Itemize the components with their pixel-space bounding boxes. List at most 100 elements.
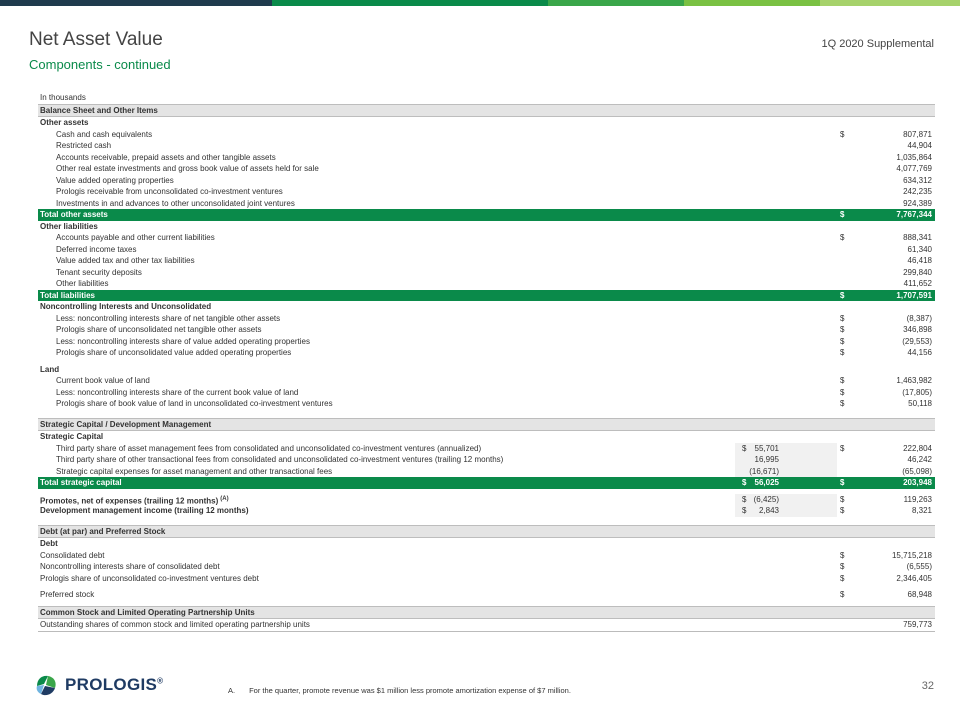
table-row: Current book value of land $1,463,982 (38, 375, 935, 387)
row-value: (29,553) (902, 336, 932, 346)
total-value: 7,767,344 (896, 210, 932, 219)
row-label: Cash and cash equivalents (56, 129, 153, 139)
row-value: 119,263 (903, 494, 932, 504)
page-number: 32 (921, 680, 934, 692)
promotes-label: Promotes, net of expenses (trailing 12 m… (40, 496, 219, 506)
row-label: Value added tax and other tax liabilitie… (56, 256, 195, 265)
row-label: Outstanding shares of common stock and l… (40, 620, 310, 629)
row-value: 61,340 (907, 244, 932, 254)
total-label: Total liabilities (40, 290, 95, 300)
footnote-letter: A. (228, 686, 236, 695)
table-row: Prologis share of unconsolidated value a… (38, 347, 935, 359)
row-label: Less: noncontrolling interests share of … (56, 336, 310, 346)
row-value: (6,555) (906, 562, 932, 571)
group-label: Land (40, 364, 60, 374)
group-header: Other assets (38, 117, 935, 129)
group-header: Land (38, 364, 935, 376)
section-header: Common Stock and Limited Operating Partn… (38, 605, 935, 619)
table-row: Deferred income taxes 61,340 (38, 244, 935, 256)
row-value-quarter: (16,671) (749, 466, 779, 476)
table-row: Prologis receivable from unconsolidated … (38, 186, 935, 198)
row-label: Other real estate investments and gross … (56, 164, 319, 173)
group-header: Debt (38, 538, 935, 550)
table-row: Strategic capital expenses for asset man… (38, 465, 935, 477)
table-row: Less: noncontrolling interests share of … (38, 313, 935, 325)
total-value-quarter: 56,025 (754, 478, 779, 487)
table-row: Cash and cash equivalents $807,871 (38, 129, 935, 141)
row-value: 44,904 (907, 141, 932, 150)
top-bar-segment (684, 0, 820, 6)
top-color-bar (0, 0, 960, 6)
row-label: Value added operating properties (56, 175, 174, 185)
group-header: Noncontrolling Interests and Unconsolida… (38, 301, 935, 313)
total-row: Total other assets $7,767,344 (38, 209, 935, 221)
table-row: Other real estate investments and gross … (38, 163, 935, 175)
units-row: In thousands (38, 92, 935, 104)
top-bar-segment (272, 0, 548, 6)
row-value: 15,715,218 (891, 550, 932, 560)
footnote-ref: (A) (220, 495, 229, 502)
table-row: Outstanding shares of common stock and l… (38, 619, 935, 632)
row-label: Current book value of land (56, 376, 150, 385)
row-value: 44,156 (907, 348, 932, 357)
table-row: Third party share of asset management fe… (38, 442, 935, 454)
row-label: Consolidated debt (40, 550, 105, 560)
table-row: Tenant security deposits 299,840 (38, 267, 935, 279)
row-value: 346,898 (903, 325, 932, 334)
row-label: Prologis share of unconsolidated net tan… (56, 325, 262, 334)
row-value: 68,948 (907, 590, 932, 599)
group-label: Debt (40, 539, 58, 548)
row-label: Restricted cash (56, 141, 112, 150)
row-label: Strategic capital expenses for asset man… (56, 466, 333, 476)
table-row: Promotes, net of expenses (trailing 12 m… (38, 493, 935, 506)
table-row: Third party share of other transactional… (38, 454, 935, 466)
section-title: Balance Sheet and Other Items (40, 105, 158, 115)
row-value: 634,312 (903, 175, 932, 185)
section-title: Debt (at par) and Preferred Stock (40, 526, 166, 536)
row-value-quarter: (6,425) (753, 494, 779, 504)
group-header: Strategic Capital (38, 431, 935, 443)
table-row: Noncontrolling interests share of consol… (38, 561, 935, 573)
row-value: 924,389 (903, 198, 932, 208)
footnote: A. For the quarter, promote revenue was $… (228, 686, 571, 695)
table-row: Prologis share of unconsolidated co-inve… (38, 573, 935, 585)
row-value: 299,840 (903, 267, 932, 277)
row-label: Third party share of other transactional… (56, 455, 504, 464)
table-row: Restricted cash 44,904 (38, 140, 935, 152)
row-value: 888,341 (903, 233, 932, 242)
logo-wordmark: PROLOGIS® (65, 675, 164, 694)
table-row: Accounts receivable, prepaid assets and … (38, 152, 935, 164)
section-header: Debt (at par) and Preferred Stock (38, 524, 935, 538)
row-label: Third party share of asset management fe… (56, 443, 482, 453)
row-label: Tenant security deposits (56, 267, 142, 277)
table-row: Prologis share of unconsolidated net tan… (38, 324, 935, 336)
row-value: 411,652 (903, 279, 932, 288)
row-value: 807,871 (903, 129, 932, 139)
prologis-logo: PROLOGIS® (33, 672, 163, 698)
row-label: Prologis share of unconsolidated value a… (56, 348, 292, 357)
row-label: Less: noncontrolling interests share of … (56, 313, 281, 323)
row-value: 242,235 (903, 187, 932, 196)
row-value: 46,242 (907, 455, 932, 464)
row-label: Noncontrolling interests share of consol… (40, 562, 220, 571)
table-row: Development management income (trailing … (38, 505, 935, 517)
row-value: (17,805) (902, 387, 932, 397)
row-value: 1,035,864 (896, 152, 932, 162)
group-label: Strategic Capital (40, 432, 104, 441)
table-row: Value added tax and other tax liabilitie… (38, 255, 935, 267)
page-subtitle: Components - continued (29, 57, 171, 72)
table-row: Value added operating properties 634,312 (38, 175, 935, 187)
section-header: Balance Sheet and Other Items (38, 103, 935, 117)
row-value: (65,098) (902, 466, 932, 476)
row-value-quarter: 55,701 (754, 443, 779, 453)
row-label: Preferred stock (40, 590, 95, 599)
row-value-quarter: 16,995 (754, 455, 779, 464)
supplemental-label: 1Q 2020 Supplemental (821, 38, 934, 50)
section-title: Strategic Capital / Development Manageme… (40, 419, 212, 429)
group-label: Other assets (40, 118, 89, 127)
group-label: Noncontrolling Interests and Unconsolida… (40, 302, 212, 311)
row-label: Prologis share of unconsolidated co-inve… (40, 573, 259, 583)
page-title: Net Asset Value (29, 29, 163, 50)
row-label: Prologis receivable from unconsolidated … (56, 187, 283, 196)
top-bar-segment (548, 0, 684, 6)
